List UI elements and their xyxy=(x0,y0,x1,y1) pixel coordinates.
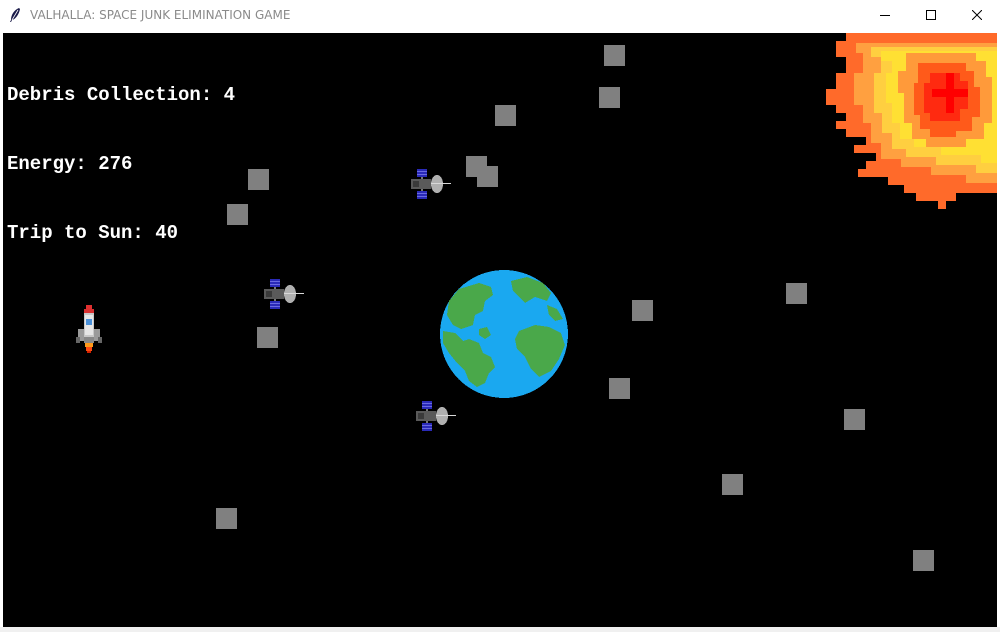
maximize-icon xyxy=(926,10,936,20)
space-debris[interactable] xyxy=(632,300,653,321)
space-debris[interactable] xyxy=(604,45,625,66)
maximize-button[interactable] xyxy=(908,0,954,30)
space-debris[interactable] xyxy=(495,105,516,126)
space-debris[interactable] xyxy=(257,327,278,348)
space-debris[interactable] xyxy=(844,409,865,430)
debris-collection-counter: Debris Collection: 4 xyxy=(7,84,236,106)
hud: Debris Collection: 4 Energy: 276 Trip to… xyxy=(7,38,235,291)
player-rocket[interactable] xyxy=(74,303,104,360)
space-debris[interactable] xyxy=(477,166,498,187)
title-bar[interactable]: VALHALLA: SPACE JUNK ELIMINATION GAME xyxy=(0,0,1000,30)
close-icon xyxy=(972,10,982,20)
close-button[interactable] xyxy=(954,0,1000,30)
space-debris[interactable] xyxy=(609,378,630,399)
game-window: VALHALLA: SPACE JUNK ELIMINATION GAME De… xyxy=(0,0,1000,632)
earth-sprite xyxy=(439,269,569,404)
window-title: VALHALLA: SPACE JUNK ELIMINATION GAME xyxy=(30,8,291,22)
space-debris[interactable] xyxy=(786,283,807,304)
sun-sprite xyxy=(826,33,997,214)
energy-counter: Energy: 276 xyxy=(7,153,133,175)
space-debris[interactable] xyxy=(248,169,269,190)
space-debris[interactable] xyxy=(227,204,248,225)
space-debris[interactable] xyxy=(722,474,743,495)
window-bottom-border xyxy=(0,627,1000,632)
satellite-sprite[interactable] xyxy=(416,399,458,444)
minimize-button[interactable] xyxy=(862,0,908,30)
space-debris[interactable] xyxy=(599,87,620,108)
game-canvas[interactable]: Debris Collection: 4 Energy: 276 Trip to… xyxy=(3,33,997,627)
minimize-icon xyxy=(880,15,890,16)
feather-icon xyxy=(10,8,20,22)
space-debris[interactable] xyxy=(913,550,934,571)
satellite-sprite[interactable] xyxy=(411,167,453,212)
trip-to-sun-counter: Trip to Sun: 40 xyxy=(7,222,179,244)
satellite-sprite[interactable] xyxy=(264,277,306,322)
space-debris[interactable] xyxy=(216,508,237,529)
